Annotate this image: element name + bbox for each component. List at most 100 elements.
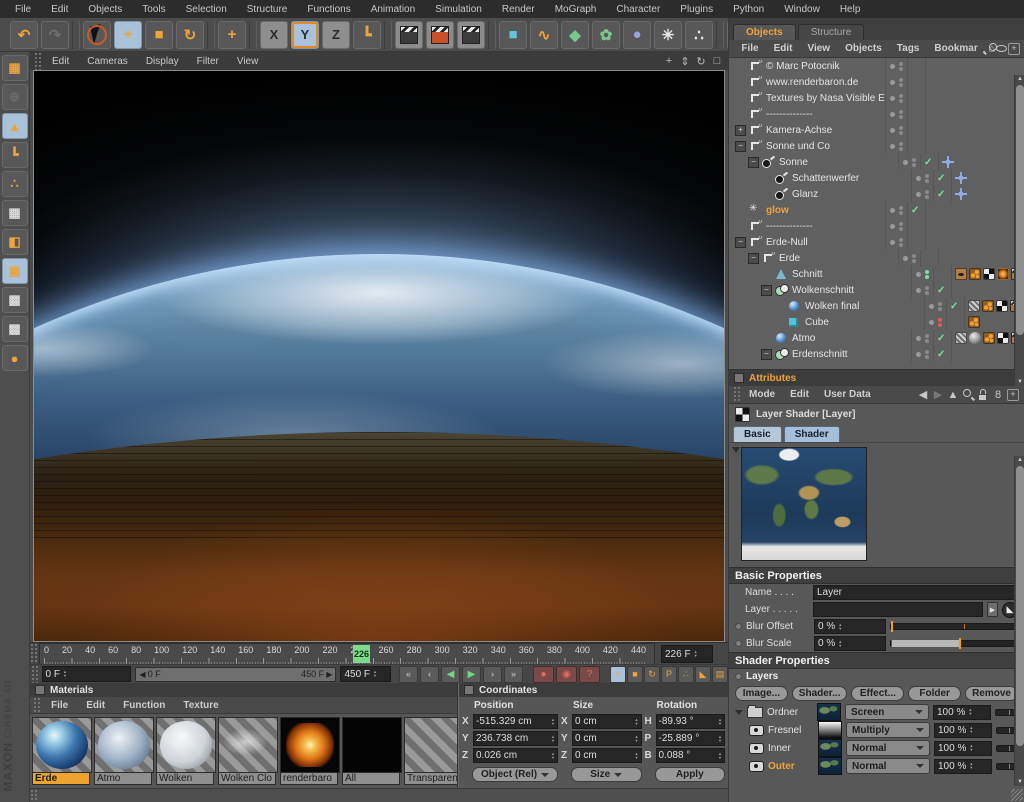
viewport-zoom-icon[interactable]: ⇕: [678, 54, 692, 68]
animation-mode-button[interactable]: ●: [2, 345, 28, 371]
spheretag-tag-icon[interactable]: [969, 332, 981, 344]
materials-menu-item[interactable]: Texture: [175, 699, 226, 712]
render-enable-check[interactable]: ✓: [946, 298, 964, 314]
drag-grip[interactable]: [30, 789, 38, 802]
layer-dot-column[interactable]: [911, 282, 933, 298]
layer-name[interactable]: Inner: [768, 743, 814, 754]
layer-dot-column[interactable]: [885, 234, 907, 250]
layer-amount-field[interactable]: 100 %▲▼: [934, 741, 992, 756]
layer-amount-field[interactable]: 100 %▲▼: [933, 705, 991, 720]
coord-field[interactable]: 0.088 °▲▼: [656, 748, 726, 763]
resize-grip[interactable]: [1011, 789, 1023, 801]
object-label[interactable]: Schattenwerfer: [792, 173, 859, 184]
eye-icon[interactable]: [749, 743, 764, 754]
viewport-menu-item[interactable]: View: [229, 54, 267, 69]
expander-icon[interactable]: −: [761, 349, 772, 360]
animation-dot-icon[interactable]: [735, 673, 742, 680]
toolbar-separator[interactable]: [249, 21, 257, 49]
blend-mode-dropdown[interactable]: Normal: [846, 740, 930, 756]
current-frame-field[interactable]: 226 F ▲▼: [661, 645, 713, 663]
blur-scale-field[interactable]: 0 % ▲▼: [814, 636, 886, 651]
add-cube-button[interactable]: ■: [499, 21, 527, 49]
layer-thumbnail[interactable]: [818, 721, 842, 739]
material-label[interactable]: Wolken: [156, 773, 214, 785]
lock-y-button[interactable]: Y: [291, 21, 319, 49]
tab-shader[interactable]: Shader: [784, 426, 840, 442]
toolbar-separator[interactable]: [207, 21, 215, 49]
layer-dot-column[interactable]: [911, 330, 933, 346]
parent-icon[interactable]: ▲: [946, 388, 960, 401]
expander-icon[interactable]: −: [748, 253, 759, 264]
texture-mode-button[interactable]: ▩: [2, 287, 28, 313]
menubar-item[interactable]: MoGraph: [546, 2, 606, 17]
key-scale-toggle[interactable]: ■: [627, 666, 643, 683]
animation-dot-icon[interactable]: [735, 640, 742, 647]
coord-field[interactable]: 0 cm▲▼: [572, 731, 642, 746]
menubar-item[interactable]: Python: [724, 2, 773, 17]
objects-menu-item[interactable]: View: [800, 42, 837, 55]
viewport-pan-icon[interactable]: +: [662, 54, 676, 68]
menubar-item[interactable]: Structure: [238, 2, 297, 17]
checker-tag-icon[interactable]: [997, 332, 1009, 344]
tree-item[interactable]: −Erdenschnitt✓: [729, 346, 1024, 362]
stepper-icon[interactable]: ▲▼: [694, 650, 698, 658]
glowtex-tag-icon[interactable]: [997, 268, 1009, 280]
goto-end-button[interactable]: »: [504, 666, 523, 683]
menubar-item[interactable]: Render: [493, 2, 544, 17]
render-enable-check[interactable]: [907, 138, 925, 154]
material-item[interactable]: Wolken Clo: [218, 717, 278, 789]
attributes-menu-item[interactable]: Edit: [783, 388, 816, 401]
object-label[interactable]: Glanz: [792, 189, 818, 200]
layer-amount-field[interactable]: 100 %▲▼: [934, 759, 992, 774]
render-enable-check[interactable]: [920, 250, 938, 266]
material-item[interactable]: renderbaro: [280, 717, 340, 789]
material-thumbnail[interactable]: [156, 717, 216, 773]
snap-mode-button[interactable]: ▣: [2, 258, 28, 284]
layer-dot-column[interactable]: [911, 170, 933, 186]
next-key-button[interactable]: ›: [483, 666, 502, 683]
blend-mode-dropdown[interactable]: Multiply: [846, 722, 930, 738]
layer-thumbnail[interactable]: [818, 739, 842, 757]
object-label[interactable]: Textures by Nasa Visible Eart: [766, 93, 885, 104]
panel-icon[interactable]: [734, 373, 744, 383]
menubar-item[interactable]: Animation: [362, 2, 424, 17]
tree-item[interactable]: Glanz ✓: [729, 186, 1024, 202]
blur-offset-field[interactable]: 0 % ▲▼: [814, 619, 886, 634]
collapse-triangle-icon[interactable]: [732, 447, 740, 453]
checker-tag-icon[interactable]: [983, 268, 995, 280]
tree-item[interactable]: −Sonne✓: [729, 154, 1024, 170]
attributes-menu-item[interactable]: Mode: [742, 388, 782, 401]
menubar-item[interactable]: Edit: [42, 2, 77, 17]
tree-item[interactable]: Textures by Nasa Visible Eart: [729, 90, 1024, 106]
layer-dot-column[interactable]: [911, 346, 933, 362]
menubar-item[interactable]: Character: [607, 2, 669, 17]
redo-button[interactable]: ↷: [41, 21, 69, 49]
play-backwards-button[interactable]: ◀: [441, 666, 460, 683]
render-enable-check[interactable]: ✓: [933, 186, 951, 202]
drag-grip[interactable]: [34, 52, 42, 70]
coord-mode-dropdown[interactable]: Object (Rel): [472, 767, 558, 782]
tab-basic[interactable]: Basic: [733, 426, 782, 442]
object-label[interactable]: Sonne und Co: [766, 141, 830, 152]
toolbar-separator[interactable]: [72, 21, 80, 49]
menubar-item[interactable]: Objects: [79, 2, 131, 17]
keyframe-pointer-toggle[interactable]: ◣: [695, 666, 711, 683]
render-enable-check[interactable]: ✓: [933, 346, 951, 362]
coordinate-system-button[interactable]: ┗: [353, 21, 381, 49]
balls-tag-icon[interactable]: [983, 332, 995, 344]
render-enable-check[interactable]: [907, 58, 925, 74]
menubar-item[interactable]: File: [6, 2, 40, 17]
render-enable-check[interactable]: [907, 122, 925, 138]
folder-button[interactable]: Folder: [908, 686, 961, 701]
panel-icon[interactable]: [464, 685, 474, 695]
tree-item[interactable]: −Sonne und Co: [729, 138, 1024, 154]
coord-field[interactable]: 236.738 cm▲▼: [473, 731, 558, 746]
tree-item[interactable]: Atmo✓: [729, 330, 1024, 346]
material-thumbnail[interactable]: [32, 717, 92, 773]
material-thumbnail[interactable]: [94, 717, 154, 773]
blend-mode-dropdown[interactable]: Screen: [845, 704, 929, 720]
objects-menu-item[interactable]: Bookmar: [927, 42, 984, 55]
material-thumbnail[interactable]: [342, 717, 402, 773]
layer-dot-column[interactable]: [885, 74, 907, 90]
tree-item[interactable]: −Erde-Null: [729, 234, 1024, 250]
